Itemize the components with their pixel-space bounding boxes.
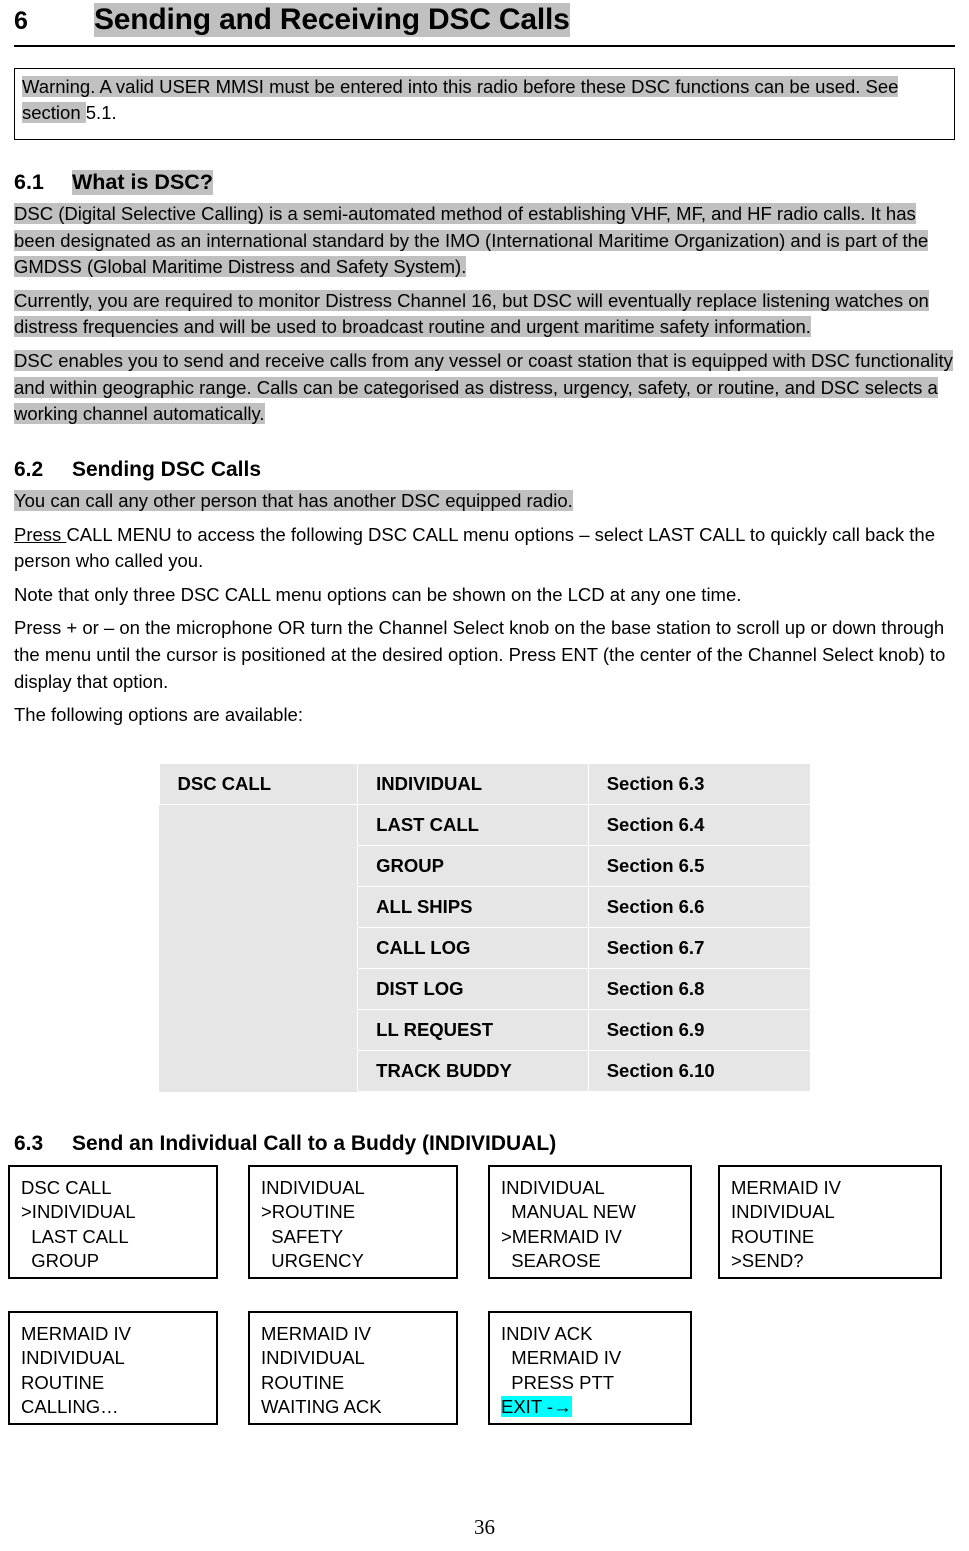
table-row: LAST CALL Section 6.4 — [158, 803, 811, 846]
option-cell: TRACK BUDDY — [357, 1049, 589, 1092]
spacer-cell — [158, 885, 359, 928]
section-heading-6-3: 6.3 Send an Individual Call to a Buddy (… — [14, 1132, 955, 1156]
paragraph-6-2-3: Note that only three DSC CALL menu optio… — [14, 583, 742, 605]
lcd-screens-row-1: DSC CALL >INDIVIDUAL LAST CALL GROUP IND… — [8, 1164, 955, 1285]
table-row: DIST LOG Section 6.8 — [158, 967, 811, 1010]
paragraph-text: Currently, you are required to monitor D… — [14, 289, 929, 338]
warning-text: Warning. A valid USER MMSI must be enter… — [22, 76, 899, 124]
lcd-screen-indiv-ack: INDIV ACK MERMAID IV PRESS PTT EXIT -→ — [488, 1310, 692, 1425]
chapter-number: 6 — [14, 7, 28, 35]
press-underlined: Press — [14, 523, 67, 545]
section-number-6-2: 6.2 — [14, 457, 44, 481]
paragraph-text: CALL MENU to access the following DSC CA… — [14, 523, 935, 572]
paragraph-6-1-1: DSC (Digital Selective Calling) is a sem… — [14, 201, 955, 281]
section-ref-cell: Section 6.8 — [587, 967, 811, 1010]
lcd-screen-individual-buddy-list: INDIVIDUAL MANUAL NEW >MERMAID IV SEAROS… — [488, 1164, 692, 1279]
section-ref-cell: Section 6.7 — [587, 926, 811, 969]
paragraph-6-1-2: Currently, you are required to monitor D… — [14, 288, 955, 341]
spacer-cell — [158, 967, 359, 1010]
paragraph-text: DSC (Digital Selective Calling) is a sem… — [14, 202, 929, 278]
chapter-heading: 6 Sending and Receiving DSC Calls — [14, 0, 955, 45]
lcd-screens-row-2: MERMAID IV INDIVIDUAL ROUTINE CALLING… M… — [8, 1310, 955, 1431]
table-row: CALL LOG Section 6.7 — [158, 926, 811, 969]
spacer-cell — [158, 844, 359, 887]
table-row: LL REQUEST Section 6.9 — [158, 1008, 811, 1051]
paragraph-text: You can call any other person that has a… — [14, 489, 573, 511]
spacer-cell — [158, 926, 359, 969]
lcd-screen-dsc-call-menu: DSC CALL >INDIVIDUAL LAST CALL GROUP — [8, 1164, 218, 1279]
dsc-call-options-table-wrap: DSC CALL INDIVIDUAL Section 6.3 LAST CAL… — [14, 762, 955, 1092]
section-ref-cell: Section 6.3 — [587, 762, 811, 805]
table-row: TRACK BUDDY Section 6.10 — [158, 1049, 811, 1092]
warning-box: Warning. A valid USER MMSI must be enter… — [14, 68, 955, 140]
paragraph-6-1-3: DSC enables you to send and receive call… — [14, 348, 955, 428]
option-cell: DIST LOG — [357, 967, 589, 1010]
table-row: ALL SHIPS Section 6.6 — [158, 885, 811, 928]
lcd-screen-calling: MERMAID IV INDIVIDUAL ROUTINE CALLING… — [8, 1310, 218, 1425]
table-row: GROUP Section 6.5 — [158, 844, 811, 887]
section-ref-cell: Section 6.4 — [587, 803, 811, 846]
warning-section-ref: 5.1. — [85, 102, 117, 124]
document-page: 6 Sending and Receiving DSC Calls Warnin… — [0, 0, 969, 1551]
paragraph-6-2-5: The following options are available: — [14, 704, 303, 726]
table-body: DSC CALL INDIVIDUAL Section 6.3 LAST CAL… — [158, 762, 811, 1092]
table-row: DSC CALL INDIVIDUAL Section 6.3 — [158, 762, 811, 805]
section-title-6-2: Sending DSC Calls — [72, 457, 262, 481]
option-cell: LL REQUEST — [357, 1008, 589, 1051]
dsc-call-options-table: DSC CALL INDIVIDUAL Section 6.3 LAST CAL… — [158, 762, 811, 1092]
section-ref-cell: Section 6.6 — [587, 885, 811, 928]
section-number-6-1: 6.1 — [14, 169, 44, 194]
spacer-cell — [158, 1049, 359, 1092]
paragraph-6-2-1: You can call any other person that has a… — [14, 488, 955, 515]
option-cell: GROUP — [357, 844, 589, 887]
lcd-line-1: INDIV ACK — [501, 1322, 593, 1344]
option-cell: CALL LOG — [357, 926, 589, 969]
spacer-cell — [158, 803, 359, 846]
lcd-screen-waiting-ack: MERMAID IV INDIVIDUAL ROUTINE WAITING AC… — [248, 1310, 458, 1425]
section-ref-cell: Section 6.9 — [587, 1008, 811, 1051]
section-ref-cell: Section 6.10 — [587, 1049, 811, 1092]
chapter-title: Sending and Receiving DSC Calls — [94, 3, 570, 37]
section-title-6-1: What is DSC? — [72, 169, 213, 195]
lcd-screen-individual-category: INDIVIDUAL >ROUTINE SAFETY URGENCY — [248, 1164, 458, 1279]
option-cell: INDIVIDUAL — [357, 762, 589, 805]
lcd-line-3: PRESS PTT — [501, 1371, 615, 1393]
heading-rule — [14, 45, 955, 47]
section-heading-6-1: 6.1 What is DSC? — [14, 169, 955, 195]
lcd-line-4-exit: EXIT -→ — [501, 1396, 572, 1418]
section-title-6-3: Send an Individual Call to a Buddy (INDI… — [72, 1131, 557, 1155]
lcd-line-2: MERMAID IV — [501, 1347, 622, 1369]
paragraph-6-2-2: Press CALL MENU to access the following … — [14, 522, 955, 575]
option-cell: ALL SHIPS — [357, 885, 589, 928]
lcd-screen-send-confirm: MERMAID IV INDIVIDUAL ROUTINE >SEND? — [718, 1164, 942, 1279]
spacer-cell — [158, 1008, 359, 1051]
option-cell: LAST CALL — [357, 803, 589, 846]
section-ref-cell: Section 6.5 — [587, 844, 811, 887]
section-number-6-3: 6.3 — [14, 1131, 44, 1155]
section-heading-6-2: 6.2 Sending DSC Calls — [14, 458, 955, 482]
menu-label-cell: DSC CALL — [158, 762, 359, 805]
page-number: 36 — [474, 1515, 495, 1539]
paragraph-6-2-4: Press + or – on the microphone OR turn t… — [14, 617, 946, 692]
paragraph-text: DSC enables you to send and receive call… — [14, 350, 953, 425]
